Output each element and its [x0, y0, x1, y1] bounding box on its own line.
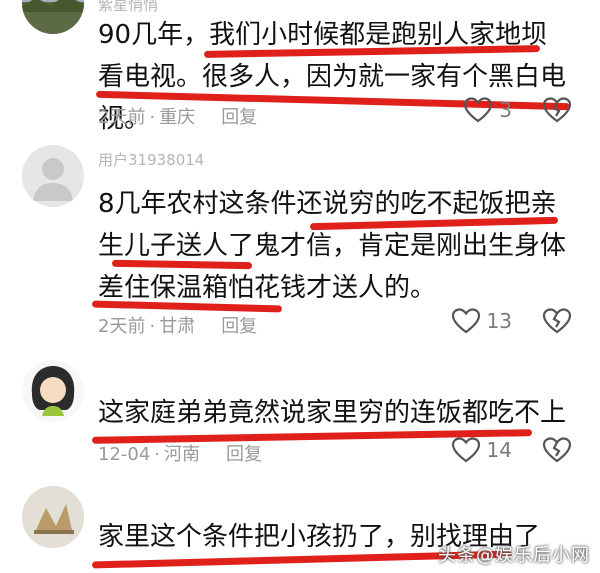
like-count: 14: [486, 438, 512, 462]
default-user-icon: [22, 145, 84, 207]
comment-2: 用户31938014 8几年农村这条件还说穷的吃不起饭把亲生儿子送人了鬼才信，肯…: [0, 145, 600, 345]
comment-meta: 2天前 · 甘肃 回复: [98, 312, 257, 338]
broken-heart-icon[interactable]: [542, 307, 572, 335]
broken-heart-icon[interactable]: [542, 96, 572, 124]
timestamp: 12-04: [98, 444, 151, 465]
like-button[interactable]: 3: [463, 96, 512, 124]
comment-actions: 14: [451, 436, 572, 464]
username[interactable]: 紫星悄悄: [98, 0, 158, 15]
like-button[interactable]: 14: [451, 436, 512, 464]
timestamp: 2天前: [98, 107, 146, 128]
username[interactable]: 用户31938014: [98, 149, 204, 170]
heart-outline-icon: [451, 308, 480, 334]
comment-text: 这家庭弟弟竟然说家里穷的连饭都吃不上: [98, 398, 567, 428]
avatar[interactable]: [22, 360, 84, 422]
like-count: 3: [499, 98, 512, 122]
like-button[interactable]: 13: [451, 307, 512, 335]
broken-heart-icon[interactable]: [542, 436, 572, 464]
comment-text: 8几年农村这条件还说穷的吃不起饭把亲生儿子送人了鬼才信，肯定是刚出生身体差住保温…: [98, 189, 567, 303]
reply-button[interactable]: 回复: [221, 103, 257, 129]
watermark: 头条@娱乐后小网: [438, 545, 590, 566]
timestamp: 2天前: [98, 316, 146, 337]
reply-button[interactable]: 回复: [221, 312, 257, 338]
location: 河南: [164, 444, 201, 465]
photo-avatar-icon: [22, 486, 84, 548]
avatar[interactable]: [22, 486, 84, 548]
cartoon-girl-avatar-icon: [22, 360, 84, 422]
location: 甘肃: [159, 316, 196, 337]
landscape-avatar-icon: [22, 0, 84, 34]
avatar[interactable]: [22, 145, 84, 207]
comment-meta: 12-04 · 河南 回复: [98, 440, 262, 466]
heart-outline-icon: [464, 97, 493, 123]
comment-meta: 2天前 · 重庆 回复: [98, 103, 257, 129]
like-count: 13: [486, 309, 512, 333]
comment-3: 这家庭弟弟竟然说家里穷的连饭都吃不上 12-04 · 河南 回复 14: [0, 360, 600, 470]
heart-outline-icon: [451, 437, 480, 463]
avatar[interactable]: [22, 0, 84, 34]
location: 重庆: [159, 107, 196, 128]
comment-actions: 3: [463, 96, 572, 124]
reply-button[interactable]: 回复: [226, 440, 262, 466]
comment-1: 紫星悄悄 90几年，我们小时候都是跑别人家地坝看电视。很多人，因为就一家有个黑白…: [0, 0, 600, 140]
comment-actions: 13: [451, 307, 572, 335]
